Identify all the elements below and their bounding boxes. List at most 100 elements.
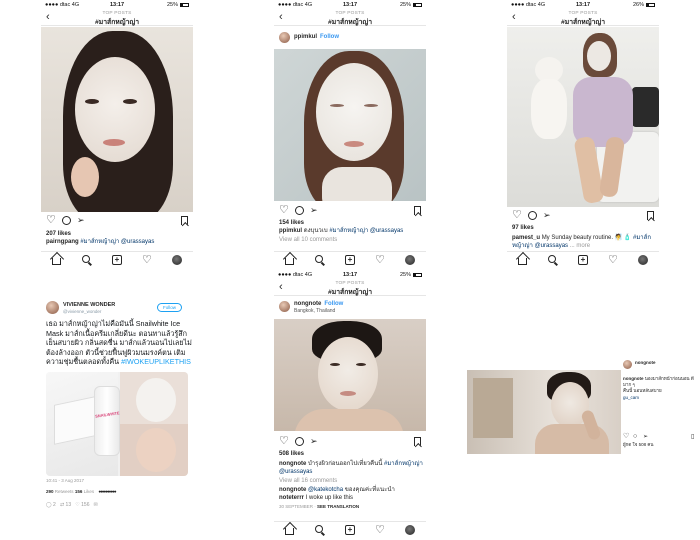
tweet-hashtag[interactable]: #IWOKEUPLIKETHIS bbox=[121, 357, 191, 366]
post-location[interactable]: Bangkok, Thailand bbox=[294, 308, 335, 314]
bookmark-icon[interactable] bbox=[181, 216, 188, 225]
heart-icon[interactable]: ♡ bbox=[279, 205, 289, 216]
comment-2: noteterrr I woke up like this bbox=[279, 495, 354, 501]
home-icon[interactable] bbox=[285, 528, 294, 535]
search-icon[interactable] bbox=[82, 255, 90, 263]
author-avatar[interactable] bbox=[279, 32, 290, 43]
comment-1: nongnote @katekotcha ของคุณค่ะที่แนะนำ bbox=[279, 487, 395, 493]
like-icon[interactable]: ♡ bbox=[75, 502, 79, 508]
author-name[interactable]: ppimkul bbox=[294, 34, 317, 40]
view-comments-link[interactable]: View all 16 comments bbox=[279, 477, 337, 485]
tweet-author-name[interactable]: VIVIENNE WONDER bbox=[63, 302, 115, 308]
follow-button[interactable]: Follow bbox=[324, 301, 343, 307]
follow-button[interactable]: Follow bbox=[320, 34, 339, 40]
desktop-post-screenshot: nongnote nongnote นองมาส์กหน้าก่อนนอน ดี… bbox=[467, 354, 699, 454]
status-bar: ●●●● dtac 4G 13:17 26% bbox=[507, 0, 659, 10]
post-photo[interactable] bbox=[274, 319, 426, 431]
share-icon[interactable]: ➢ bbox=[310, 205, 318, 215]
author-avatar[interactable] bbox=[279, 301, 290, 312]
tweet-timestamp: 10:41 - 3 Aug 2017 bbox=[46, 478, 85, 483]
new-post-icon[interactable]: + bbox=[345, 525, 355, 535]
post-actions: ♡ ➢ bbox=[507, 210, 659, 224]
home-icon[interactable] bbox=[285, 258, 294, 265]
profile-avatar-icon[interactable] bbox=[172, 255, 182, 265]
tweet-author-avatar[interactable] bbox=[46, 301, 59, 314]
like-count: 154 likes bbox=[279, 220, 305, 226]
header-title: #มาส์กหญ้าญ่า bbox=[327, 289, 373, 296]
post-photo[interactable] bbox=[274, 49, 426, 201]
author-name[interactable]: nongnote bbox=[294, 301, 321, 307]
see-translation-link[interactable]: SEE TRANSLATION bbox=[317, 504, 359, 509]
activity-icon[interactable]: ♡ bbox=[375, 255, 385, 266]
share-icon[interactable]: ➢ bbox=[310, 436, 318, 446]
new-post-icon[interactable]: + bbox=[112, 255, 122, 265]
activity-icon[interactable]: ♡ bbox=[142, 255, 152, 266]
like-count: 97 likes bbox=[512, 225, 534, 231]
bookmark-icon[interactable] bbox=[414, 437, 421, 446]
activity-icon[interactable]: ♡ bbox=[375, 525, 385, 536]
post-actions: ♡ ➢ bbox=[274, 436, 426, 450]
tweet-author-handle[interactable]: @vivienne_wonder bbox=[63, 309, 101, 314]
battery-icon bbox=[180, 2, 189, 7]
comment-icon[interactable] bbox=[295, 437, 304, 446]
author-avatar[interactable] bbox=[623, 360, 632, 369]
heart-icon[interactable]: ♡ bbox=[512, 210, 522, 221]
post-screenshot-1: ●●●● dtac 4G 13:17 25% ‹ TOP POSTS #มาส์… bbox=[41, 0, 193, 270]
tweet-stats: 290 Retweets 156 Likes ●●●●●●●●●● bbox=[46, 489, 117, 494]
caption: nongnote บำรุงผิวก่อนออกไปเที่ยวคืนนี้ #… bbox=[279, 461, 423, 467]
author-name[interactable]: nongnote bbox=[635, 360, 656, 366]
post-photo[interactable] bbox=[507, 27, 659, 207]
bottom-nav: + ♡ bbox=[274, 251, 426, 267]
bookmark-icon[interactable]: ▯ bbox=[691, 432, 694, 442]
post-author-row: ppimkul Follow bbox=[274, 28, 426, 48]
tweet-actions: ◯ 2 ⇄ 13 ♡ 156 ✉ bbox=[46, 502, 98, 508]
profile-avatar-icon[interactable] bbox=[638, 255, 648, 265]
caption-line-2: หญ้าญ่า @urassayas ... more bbox=[512, 243, 591, 249]
search-icon[interactable] bbox=[548, 255, 556, 263]
battery-icon bbox=[413, 272, 422, 277]
caption: pamest_u My Sunday beauty routine. 🧖 🧴 #… bbox=[512, 235, 651, 241]
tweet-media[interactable]: SNAILWHITE bbox=[46, 372, 188, 476]
comment-icon[interactable] bbox=[528, 211, 537, 220]
tweet-follow-button[interactable]: Follow bbox=[157, 303, 183, 312]
header-title: #มาส์กหญ้าญ่า bbox=[94, 19, 140, 26]
home-icon[interactable] bbox=[518, 258, 527, 265]
bookmark-icon[interactable] bbox=[414, 206, 421, 215]
share-icon[interactable]: ➢ bbox=[77, 215, 85, 225]
bookmark-icon[interactable] bbox=[647, 211, 654, 220]
comment-icon[interactable] bbox=[62, 216, 71, 225]
retweet-icon[interactable]: ⇄ bbox=[60, 502, 64, 508]
status-bar: ●●●● dtac 4G 13:17 25% bbox=[41, 0, 193, 10]
caption: ppimkul ดงบุนวเบ #มาส์กหญ้าญ่า @urassaya… bbox=[279, 228, 404, 234]
likers-avatars: ●●●●●●●●●● bbox=[98, 489, 116, 494]
share-icon[interactable]: ➢ bbox=[643, 432, 648, 442]
heart-icon[interactable]: ♡ bbox=[623, 432, 629, 442]
tweet-body: เธอ มาส์กหญ้าญ่าไม่คือมันนี้ Snailwhite … bbox=[46, 319, 192, 366]
comment-icon[interactable]: ○ bbox=[633, 432, 637, 442]
activity-icon[interactable]: ♡ bbox=[608, 255, 618, 266]
search-icon[interactable] bbox=[315, 255, 323, 263]
post-photo[interactable] bbox=[41, 27, 193, 212]
post-actions: ♡ ➢ bbox=[41, 215, 193, 229]
search-icon[interactable] bbox=[315, 525, 323, 533]
heart-icon[interactable]: ♡ bbox=[46, 215, 56, 226]
new-post-icon[interactable]: + bbox=[345, 255, 355, 265]
hashtag-header: ‹ TOP POSTS #มาส์กหญ้าญ่า bbox=[507, 10, 659, 26]
bottom-nav: + ♡ bbox=[507, 251, 659, 267]
caption: nongnote นองมาส์กหน้าก่อนนอน ดีมาก ๆ bbox=[623, 376, 694, 387]
comment-icon[interactable] bbox=[295, 206, 304, 215]
dm-icon[interactable]: ✉ bbox=[94, 502, 98, 508]
heart-icon[interactable]: ♡ bbox=[279, 436, 289, 447]
battery-percent: 25% bbox=[166, 2, 178, 8]
caption-mention[interactable]: gu_cam bbox=[623, 395, 639, 401]
post-photo[interactable] bbox=[467, 370, 621, 454]
profile-avatar-icon[interactable] bbox=[405, 525, 415, 535]
caption-mention[interactable]: @urassayas bbox=[279, 468, 312, 476]
like-count: 508 likes bbox=[279, 451, 305, 457]
home-icon[interactable] bbox=[52, 258, 61, 265]
reply-icon[interactable]: ◯ bbox=[46, 502, 52, 508]
view-comments-link[interactable]: View all 10 comments bbox=[279, 236, 337, 244]
new-post-icon[interactable]: + bbox=[578, 255, 588, 265]
share-icon[interactable]: ➢ bbox=[543, 210, 551, 220]
profile-avatar-icon[interactable] bbox=[405, 255, 415, 265]
